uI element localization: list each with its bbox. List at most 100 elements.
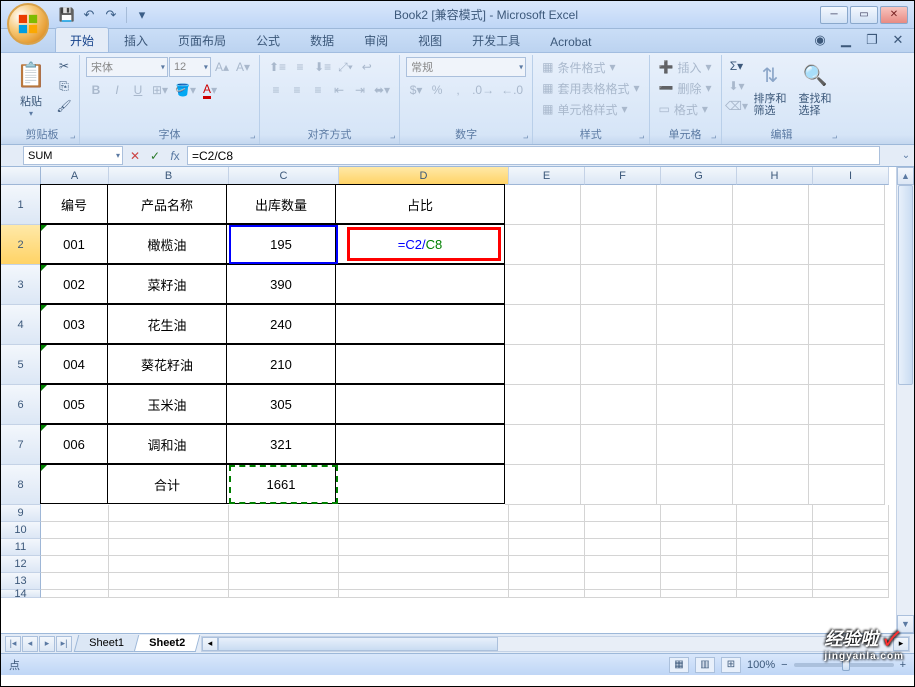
increase-decimal-button[interactable]: .0→ [469,80,497,100]
cell-G5[interactable] [657,345,733,385]
cell-B13[interactable] [109,573,229,590]
minimize-ribbon-button[interactable]: ▁ [838,32,854,48]
cell-B10[interactable] [109,522,229,539]
cell-A6[interactable]: 005 [40,384,108,424]
cell-H2[interactable] [733,225,809,265]
cell-I7[interactable] [809,425,885,465]
cell-D12[interactable] [339,556,509,573]
cell-F7[interactable] [581,425,657,465]
cell-F1[interactable] [581,185,657,225]
page-layout-view-button[interactable]: ▥ [695,657,715,673]
cell-D8[interactable] [335,464,505,504]
close-workbook-button[interactable]: ✕ [890,32,906,48]
cell-D4[interactable] [335,304,505,344]
font-size-combo[interactable]: 12▾ [169,57,211,77]
cell-I6[interactable] [809,385,885,425]
align-left-button[interactable]: ≡ [266,80,286,100]
select-all-corner[interactable] [1,167,41,185]
cell-E5[interactable] [505,345,581,385]
formula-input[interactable]: =C2/C8 [187,146,880,165]
cell-E4[interactable] [505,305,581,345]
fill-color-button[interactable]: 🪣▾ [172,80,199,100]
cell-A11[interactable] [41,539,109,556]
cell-G10[interactable] [661,522,737,539]
cell-F5[interactable] [581,345,657,385]
last-sheet-button[interactable]: ▸| [56,636,72,652]
cell-I14[interactable] [813,590,889,598]
cell-D13[interactable] [339,573,509,590]
paste-button[interactable]: 📋 粘贴 ▾ [11,57,51,120]
scroll-thumb[interactable] [898,185,913,385]
tab-acrobat[interactable]: Acrobat [535,30,606,52]
cell-D5[interactable] [335,344,505,384]
cell-C13[interactable] [229,573,339,590]
sort-filter-button[interactable]: ⇅ 排序和 筛选 [750,57,791,119]
align-top-button[interactable]: ⬆≡ [266,57,289,77]
cell-I4[interactable] [809,305,885,345]
align-bottom-button[interactable]: ⬇≡ [311,57,334,77]
number-format-combo[interactable]: 常规▾ [406,57,526,77]
fx-button[interactable]: fx [167,148,183,164]
cell-A5[interactable]: 004 [40,344,108,384]
cell-F4[interactable] [581,305,657,345]
col-header-C[interactable]: C [229,167,339,185]
cell-I2[interactable] [809,225,885,265]
undo-button[interactable]: ↶ [79,5,99,25]
comma-button[interactable]: , [448,80,468,100]
cell-B3[interactable]: 菜籽油 [107,264,227,304]
cell-F11[interactable] [585,539,661,556]
sheet-tab-sheet1[interactable]: Sheet1 [74,635,139,652]
underline-button[interactable]: U [128,80,148,100]
cell-A13[interactable] [41,573,109,590]
cell-A7[interactable]: 006 [40,424,108,464]
cell-H11[interactable] [737,539,813,556]
scroll-left-button[interactable]: ◂ [202,637,218,651]
cell-E11[interactable] [509,539,585,556]
col-header-A[interactable]: A [41,167,109,185]
cell-D3[interactable] [335,264,505,304]
cell-G13[interactable] [661,573,737,590]
autosum-button[interactable]: Σ▾ [728,57,746,75]
expand-formula-button[interactable]: ⌄ [898,145,914,166]
cell-H4[interactable] [733,305,809,345]
scroll-up-button[interactable]: ▲ [897,167,914,185]
horizontal-scrollbar[interactable]: ◂ ▸ [201,636,910,652]
cell-I10[interactable] [813,522,889,539]
cell-C5[interactable]: 210 [226,344,336,384]
find-select-button[interactable]: 🔍 查找和 选择 [795,57,836,119]
save-button[interactable]: 💾 [57,5,77,25]
cell-C2[interactable]: 195 [226,224,336,264]
cell-A3[interactable]: 002 [40,264,108,304]
tab-layout[interactable]: 页面布局 [163,27,241,52]
hscroll-thumb[interactable] [218,637,498,651]
row-header-3[interactable]: 3 [1,265,41,305]
cell-C14[interactable] [229,590,339,598]
cell-B2[interactable]: 橄榄油 [107,224,227,264]
cell-A14[interactable] [41,590,109,598]
vertical-scrollbar[interactable]: ▲ ▼ [896,167,914,633]
cell-B11[interactable] [109,539,229,556]
col-header-H[interactable]: H [737,167,813,185]
border-button[interactable]: ⊞▾ [149,80,171,100]
redo-button[interactable]: ↷ [101,5,121,25]
cell-I12[interactable] [813,556,889,573]
cell-H7[interactable] [733,425,809,465]
name-box[interactable]: SUM▾ [23,146,123,165]
italic-button[interactable]: I [107,80,127,100]
help-button[interactable]: ◉ [812,32,828,48]
col-header-D[interactable]: D [339,167,509,185]
cell-B7[interactable]: 调和油 [107,424,227,464]
bold-button[interactable]: B [86,80,106,100]
cell-B4[interactable]: 花生油 [107,304,227,344]
col-header-E[interactable]: E [509,167,585,185]
tab-insert[interactable]: 插入 [109,27,163,52]
cell-G3[interactable] [657,265,733,305]
decrease-decimal-button[interactable]: ←.0 [498,80,526,100]
align-center-button[interactable]: ≡ [287,80,307,100]
qat-customize[interactable]: ▾ [132,5,152,25]
cell-A2[interactable]: 001 [40,224,108,264]
cell-B1[interactable]: 产品名称 [107,184,227,224]
cell-D9[interactable] [339,505,509,522]
cell-H1[interactable] [733,185,809,225]
cell-B8[interactable]: 合计 [107,464,227,504]
